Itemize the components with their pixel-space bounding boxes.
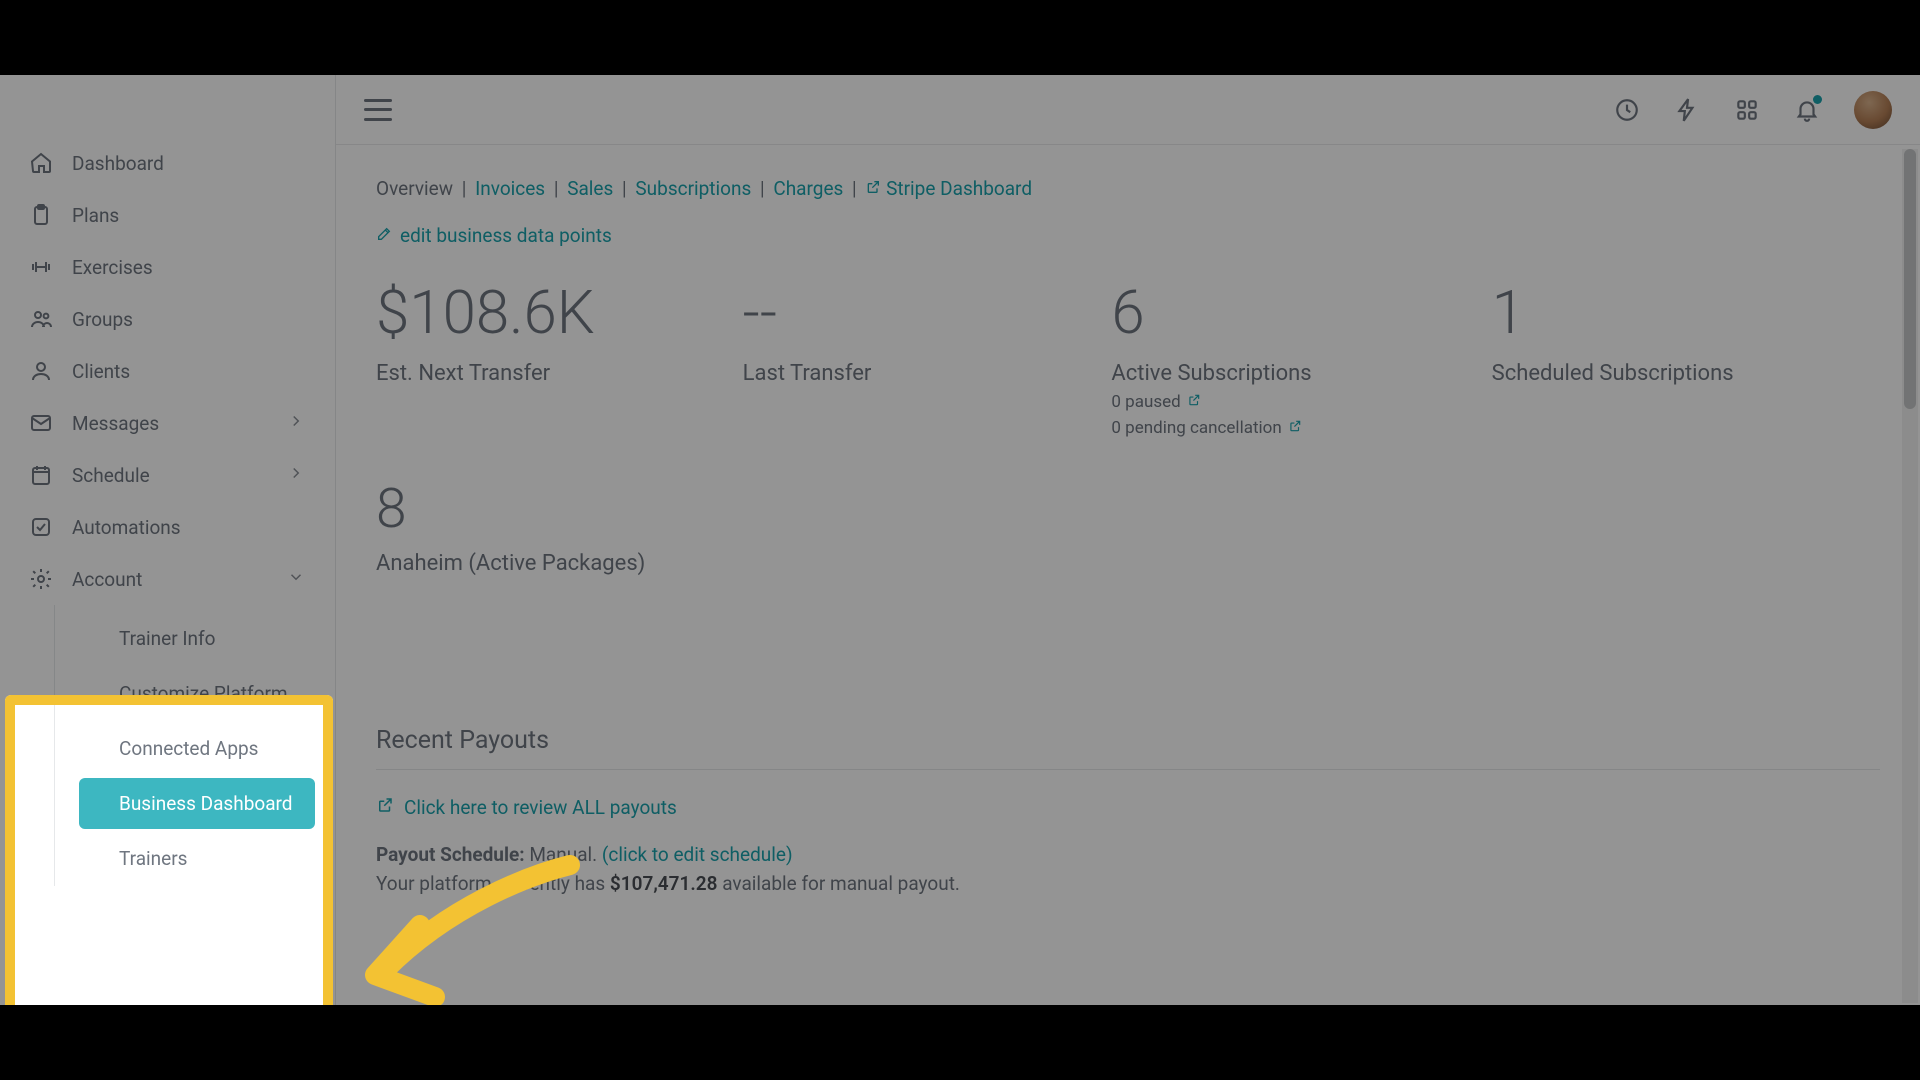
recent-payouts-title: Recent Payouts (376, 726, 1880, 770)
sidebar-item-label: Dashboard (72, 152, 164, 175)
sidebar-item-clients[interactable]: Clients (0, 345, 335, 397)
breadcrumb-invoices[interactable]: Invoices (475, 177, 545, 200)
sidebar-item-messages[interactable]: Messages (0, 397, 335, 449)
hamburger-menu-button[interactable] (364, 99, 392, 121)
dumbbell-icon (28, 254, 54, 280)
sidebar-item-exercises[interactable]: Exercises (0, 241, 335, 293)
avatar[interactable] (1854, 91, 1892, 129)
metric-label: Last Transfer (743, 361, 872, 386)
metric-paused-link[interactable]: 0 paused (1111, 392, 1311, 412)
metric-scheduled-subs: 1 Scheduled Subscriptions (1492, 283, 1734, 438)
users-icon (28, 306, 54, 332)
review-all-payouts-link[interactable]: Click here to review ALL payouts (376, 796, 677, 819)
subnav-trainer-info[interactable]: Trainer Info (79, 613, 315, 664)
pencil-icon (376, 224, 392, 247)
clipboard-icon (28, 202, 54, 228)
main: Overview | Invoices | Sales | Subscripti… (336, 75, 1920, 1005)
sidebar-item-account[interactable]: Account (0, 553, 335, 605)
lightning-icon[interactable] (1674, 97, 1700, 123)
metric-last-transfer: -- Last Transfer (743, 283, 872, 438)
bell-icon[interactable] (1794, 97, 1820, 123)
scrollbar-thumb[interactable] (1904, 149, 1916, 409)
breadcrumb-subscriptions[interactable]: Subscriptions (635, 177, 751, 200)
subnav-customize-platform[interactable]: Customize Platform (79, 668, 315, 719)
apps-grid-icon[interactable] (1734, 97, 1760, 123)
sidebar-item-label: Account (72, 568, 142, 591)
calendar-icon (28, 462, 54, 488)
chevron-right-icon (287, 412, 305, 435)
breadcrumb-stripe[interactable]: Stripe Dashboard (865, 177, 1032, 200)
external-link-icon (865, 177, 886, 200)
packages-label: Anaheim (Active Packages) (376, 551, 1880, 576)
content: Overview | Invoices | Sales | Subscripti… (336, 145, 1920, 895)
metric-value: 1 (1492, 283, 1734, 343)
metric-next-transfer: $108.6K Est. Next Transfer (376, 283, 595, 438)
sidebar-item-groups[interactable]: Groups (0, 293, 335, 345)
external-link-icon (376, 796, 394, 819)
external-link-icon (1187, 392, 1201, 412)
payout-schedule-line: Payout Schedule: Manual. (click to edit … (376, 843, 1880, 866)
sidebar-item-label: Exercises (72, 256, 153, 279)
home-icon (28, 150, 54, 176)
sidebar-item-plans[interactable]: Plans (0, 189, 335, 241)
app-frame: Dashboard Plans Exercises Groups (0, 75, 1920, 1005)
sidebar-item-label: Plans (72, 204, 119, 227)
chevron-right-icon (287, 464, 305, 487)
metric-active-subs: 6 Active Subscriptions 0 paused 0 pendin… (1111, 283, 1311, 438)
metric-value: -- (743, 283, 872, 343)
user-icon (28, 358, 54, 384)
mail-icon (28, 410, 54, 436)
subnav-business-dashboard[interactable]: Business Dashboard (79, 778, 315, 829)
sidebar-item-label: Automations (72, 516, 181, 539)
letterbox-top (0, 0, 1920, 75)
breadcrumb-sales[interactable]: Sales (567, 177, 613, 200)
metric-value: $108.6K (376, 283, 595, 343)
notification-dot (1813, 95, 1822, 104)
sidebar-item-label: Clients (72, 360, 130, 383)
topbar (336, 75, 1920, 145)
vertical-scrollbar[interactable] (1902, 149, 1918, 1003)
external-link-icon (1288, 418, 1302, 438)
metric-pending-link[interactable]: 0 pending cancellation (1111, 418, 1311, 438)
edit-schedule-link[interactable]: (click to edit schedule) (602, 843, 793, 866)
subnav-connected-apps[interactable]: Connected Apps (79, 723, 315, 774)
metric-label: Active Subscriptions (1111, 361, 1311, 386)
letterbox-bottom (0, 1005, 1920, 1080)
sidebar-item-schedule[interactable]: Schedule (0, 449, 335, 501)
check-square-icon (28, 514, 54, 540)
breadcrumb-charges[interactable]: Charges (773, 177, 843, 200)
available-line: Your platform currently has $107,471.28 … (376, 872, 1880, 895)
subnav-trainers[interactable]: Trainers (79, 833, 315, 884)
breadcrumb: Overview | Invoices | Sales | Subscripti… (376, 177, 1880, 200)
packages-block: 8 Anaheim (Active Packages) (376, 482, 1880, 576)
gear-icon (28, 566, 54, 592)
sidebar-item-dashboard[interactable]: Dashboard (0, 137, 335, 189)
metric-label: Scheduled Subscriptions (1492, 361, 1734, 386)
metrics-row: $108.6K Est. Next Transfer -- Last Trans… (376, 283, 1880, 438)
sidebar-item-automations[interactable]: Automations (0, 501, 335, 553)
chevron-down-icon (287, 568, 305, 591)
edit-business-data-link[interactable]: edit business data points (376, 224, 612, 247)
packages-value: 8 (376, 482, 1880, 537)
metric-value: 6 (1111, 283, 1311, 343)
metric-label: Est. Next Transfer (376, 361, 595, 386)
breadcrumb-overview: Overview (376, 177, 453, 200)
sidebar: Dashboard Plans Exercises Groups (0, 75, 336, 1005)
clock-icon[interactable] (1614, 97, 1640, 123)
sidebar-item-label: Groups (72, 308, 133, 331)
sidebar-item-label: Schedule (72, 464, 150, 487)
sidebar-item-label: Messages (72, 412, 159, 435)
